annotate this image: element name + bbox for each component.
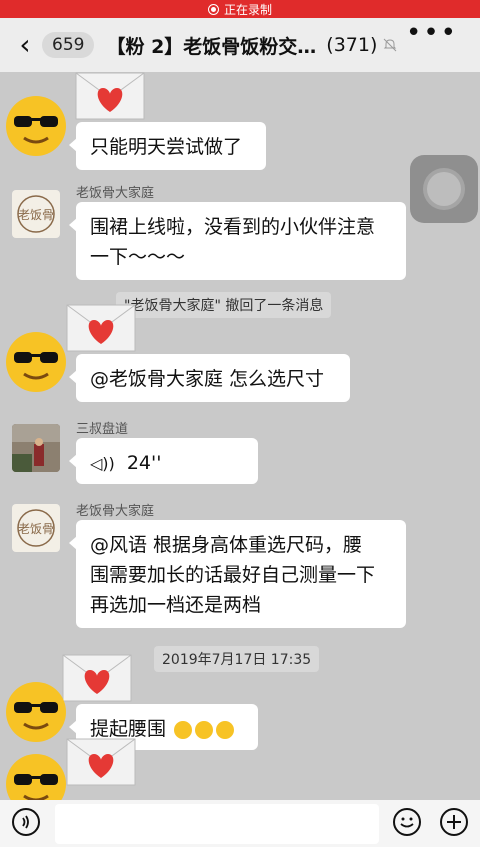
message-text: 提起腰围 [90, 718, 167, 740]
heart-envelope-icon [66, 304, 136, 352]
avatar-logo-text: 老饭骨 [18, 522, 54, 536]
heart-envelope-icon [62, 654, 132, 702]
input-bar [0, 800, 480, 847]
message-line: @风语 根据身高体重选尺码，腰 [90, 534, 363, 556]
voice-message-bubble[interactable]: ◁)) 24'' [69, 438, 258, 484]
sender-name: 老饭骨大家庭 [76, 186, 155, 201]
laughing-emoji-icon [195, 720, 214, 739]
plus-icon[interactable] [440, 808, 468, 836]
more-icon[interactable]: ••• [406, 18, 458, 48]
sender-name: 老饭骨大家庭 [76, 504, 155, 519]
avatar[interactable]: 老饭骨 [12, 504, 60, 552]
recording-bar: 正在录制 [0, 0, 480, 18]
laughing-emoji-icon [174, 720, 193, 739]
unread-badge[interactable]: 659 [42, 32, 95, 58]
voice-icon: ◁)) [90, 454, 115, 473]
heart-envelope-icon [75, 72, 145, 120]
message-bubble[interactable]: 只能明天尝试做了 [69, 122, 266, 170]
avatar[interactable]: 老饭骨 [12, 190, 60, 238]
sunglasses-emoji-icon[interactable] [4, 94, 68, 158]
sunglasses-emoji-icon[interactable] [4, 680, 68, 744]
recall-notice: "老饭骨大家庭" 撤回了一条消息 [116, 292, 332, 318]
back-icon[interactable]: ‹ [10, 31, 40, 59]
avatar-logo-text: 老饭骨 [18, 208, 54, 222]
avatar[interactable] [12, 424, 60, 472]
record-icon [207, 3, 219, 15]
sunglasses-emoji-icon[interactable] [4, 752, 68, 800]
recording-label: 正在录制 [223, 2, 272, 17]
chat-title: 【粉 2】老饭骨饭粉交… [106, 35, 317, 58]
voice-duration: 24'' [126, 452, 162, 474]
message-line: 一下～～～ [90, 246, 186, 268]
message-line: 再选加一档还是两档 [90, 594, 262, 616]
message-bubble[interactable]: 围裙上线啦，没看到的小伙伴注意 一下～～～ [69, 202, 406, 280]
mute-icon [384, 38, 397, 52]
sender-name: 三叔盘道 [76, 422, 129, 437]
message-line: 围裙上线啦，没看到的小伙伴注意 [90, 216, 376, 238]
message-bubble[interactable]: @风语 根据身高体重选尺码，腰 围需要加长的话最好自己测量一下 再选加一档还是两… [69, 520, 406, 628]
voice-toggle-icon[interactable] [12, 808, 40, 836]
message-input[interactable] [55, 804, 379, 844]
message-line: 围需要加长的话最好自己测量一下 [90, 564, 376, 586]
message-bubble[interactable]: @老饭骨大家庭 怎么选尺寸 [69, 354, 350, 402]
floating-assistive-button[interactable] [410, 155, 478, 223]
emoji-icon[interactable] [393, 808, 421, 836]
laughing-emoji-icon [216, 720, 235, 739]
timestamp: 2019年7月17日 17:35 [154, 646, 320, 672]
sunglasses-emoji-icon[interactable] [4, 330, 68, 394]
chat-area: 只能明天尝试做了 老饭骨 老饭骨大家庭 围裙上线啦，没看到的小伙伴注意 一下～～… [0, 72, 480, 800]
heart-envelope-icon [66, 738, 136, 786]
member-count: (371) [326, 34, 378, 56]
